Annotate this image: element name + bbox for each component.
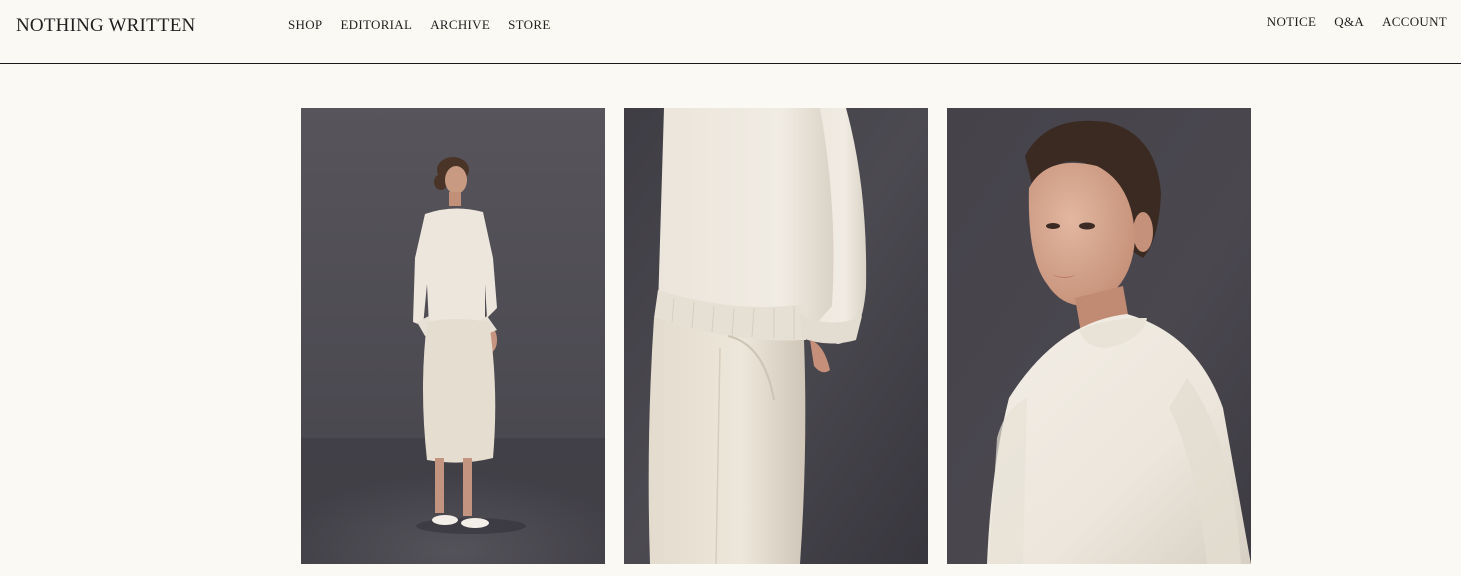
site-header: NOTHING WRITTEN SHOP EDITORIAL ARCHIVE S… <box>0 0 1461 64</box>
nav-store[interactable]: STORE <box>508 17 550 33</box>
nav-shop[interactable]: SHOP <box>288 17 322 33</box>
nav-editorial[interactable]: EDITORIAL <box>340 17 412 33</box>
utility-nav: NOTICE Q&A ACCOUNT <box>1249 14 1447 30</box>
nav-qa[interactable]: Q&A <box>1334 14 1364 30</box>
brand-logo[interactable]: NOTHING WRITTEN <box>16 15 195 37</box>
nav-notice[interactable]: NOTICE <box>1267 14 1316 30</box>
full-body-look-photo[interactable] <box>301 108 605 564</box>
main-nav: SHOP EDITORIAL ARCHIVE STORE <box>288 17 569 33</box>
portrait-photo[interactable] <box>947 108 1251 564</box>
image-gallery <box>301 108 1251 564</box>
sweater-detail-photo[interactable] <box>624 108 928 564</box>
nav-account[interactable]: ACCOUNT <box>1382 14 1447 30</box>
nav-archive[interactable]: ARCHIVE <box>430 17 490 33</box>
